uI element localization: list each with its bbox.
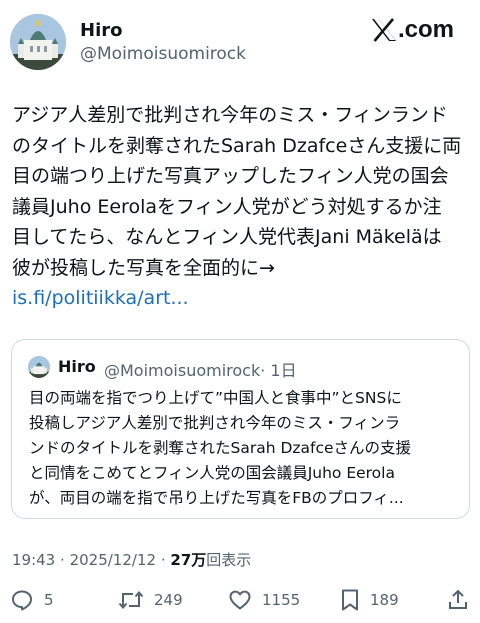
brand-label: .com	[397, 16, 454, 43]
tweet-text-line: 目してたら、なんとフィン人党代表Jani Mäkeläは	[12, 226, 442, 248]
quoted-text-line: 目の両端を指でつり上げて”中国人と食事中”とSNSに	[29, 389, 402, 407]
tweet-header: Hiro @Moimoisuomirock .com	[0, 0, 480, 80]
tweet-date[interactable]: 2025/12/12	[70, 551, 156, 569]
repost-icon	[118, 590, 144, 610]
quoted-text-line: ンドのタイトルを剥奪されたSarah Dzafceさんの支援	[29, 439, 412, 457]
tweet-text-line: アジア人差別で批判され今年のミス・フィンランド	[12, 104, 448, 126]
share-icon	[449, 589, 467, 609]
quoted-tweet-text: 目の両端を指でつり上げて”中国人と食事中”とSNSに 投稿しアジア人差別で批判さ…	[29, 386, 459, 511]
view-label: 回表示	[206, 551, 252, 569]
like-button[interactable]: 1155	[228, 585, 300, 615]
brand-logo[interactable]: .com	[371, 16, 454, 44]
repost-button[interactable]: 249	[118, 585, 183, 615]
tweet-meta: 19:43 · 2025/12/12 · 27万回表示	[12, 549, 251, 570]
quoted-tweet-card[interactable]: Hiro @Moimoisuomirock· 1日 目の両端を指でつり上げて”中…	[11, 339, 470, 519]
bookmark-button[interactable]: 189	[340, 585, 399, 615]
quoted-author-meta: @Moimoisuomirock· 1日	[104, 357, 297, 381]
tweet-text-line: 彼が投稿した写真を全面的に→	[12, 256, 275, 279]
meta-separator: ·	[160, 551, 166, 569]
tweet-time[interactable]: 19:43	[12, 551, 55, 569]
tweet-link[interactable]: is.fi/politiikka/art...	[12, 283, 472, 314]
tweet-text-line: 目の端つり上げた写真アップしたフィン人党の国会	[12, 165, 449, 187]
view-count[interactable]: 27万	[170, 551, 206, 569]
bookmark-icon	[342, 589, 358, 611]
quoted-author-name: Hiro	[58, 357, 96, 376]
quoted-author-handle: @Moimoisuomirock	[104, 361, 261, 380]
author-name[interactable]: Hiro	[80, 20, 122, 41]
reply-count: 5	[44, 591, 54, 609]
share-button[interactable]	[446, 585, 470, 615]
quoted-time: · 1日	[260, 361, 297, 380]
tweet-text-line: 議員Juho Eerolaをフィン人党がどう対処するか注	[12, 195, 442, 218]
author-handle[interactable]: @Moimoisuomirock	[80, 44, 246, 64]
avatar[interactable]	[10, 14, 66, 70]
quoted-text-line: が、両目の端を指で吊り上げた写真をFBのプロフィ...	[29, 489, 404, 507]
quoted-text-line: 投稿しアジア人差別で批判され今年のミス・フィンラ	[29, 414, 401, 432]
tweet-text: アジア人差別で批判され今年のミス・フィンランド のタイトルを剥奪されたSarah…	[12, 100, 472, 314]
repost-count: 249	[154, 591, 183, 609]
quoted-avatar	[28, 356, 50, 378]
tweet-text-line: のタイトルを剥奪されたSarah Dzafceさん支援に両	[12, 134, 462, 157]
avatar-cathedral-icon	[28, 356, 50, 378]
like-count: 1155	[262, 591, 301, 609]
quoted-text-line: と同情をこめてとフィン人党の国会議員Juho Eerola	[29, 464, 395, 482]
x-logo-icon	[371, 18, 396, 42]
action-bar: 5 249 1155 189	[0, 585, 480, 615]
reply-icon	[12, 590, 32, 611]
heart-icon	[229, 590, 251, 610]
reply-button[interactable]: 5	[10, 585, 54, 615]
avatar-cathedral-icon	[10, 14, 66, 70]
bookmark-count: 189	[370, 591, 399, 609]
meta-separator: ·	[60, 551, 65, 569]
